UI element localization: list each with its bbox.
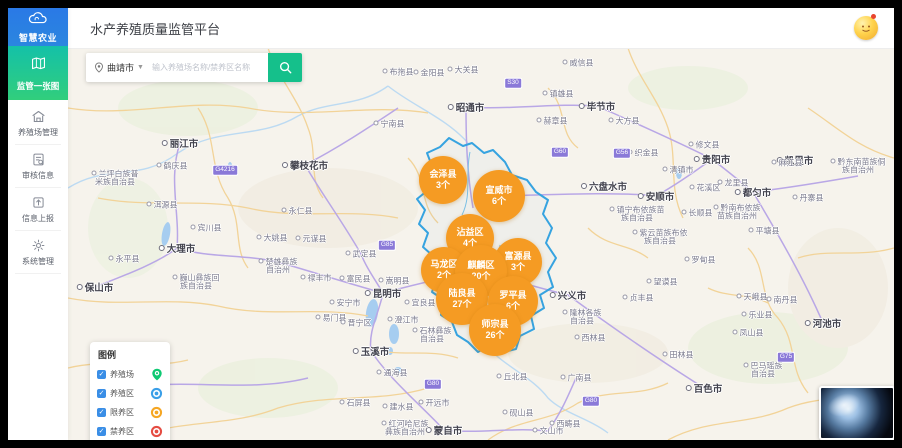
legend-row-breeding-zone: ✓ 养殖区 <box>97 384 163 403</box>
app-logo: 智慧农业 <box>8 8 68 46</box>
sidebar-item-label: 系统管理 <box>22 256 54 267</box>
legend-row-restricted-zone: ✓ 限养区 <box>97 403 163 422</box>
gear-icon <box>31 238 46 253</box>
county-marker[interactable]: 师宗县26个 <box>469 304 521 356</box>
legend-checkbox-restricted-zone[interactable]: ✓ <box>97 408 106 417</box>
search-input[interactable] <box>150 52 268 83</box>
search-icon <box>279 61 292 74</box>
marker-count: 3个 <box>436 180 450 191</box>
farm-icon <box>31 109 46 124</box>
marker-county-name: 罗平县 <box>499 290 526 301</box>
legend-title: 图例 <box>98 348 163 361</box>
sidebar-item-label: 信息上报 <box>22 213 54 224</box>
breeding-zone-icon <box>150 387 163 400</box>
avatar-face-icon <box>854 16 878 40</box>
sidebar-nav-list: 养殖场管理审核信息信息上报系统管理 <box>8 100 68 274</box>
county-marker[interactable]: 宣威市6个 <box>473 170 525 222</box>
marker-county-name: 陆良县 <box>448 288 475 299</box>
farm-icon <box>151 368 163 381</box>
sidebar: 智慧农业 监管一张图 养殖场管理审核信息信息上报系统管理 <box>8 8 68 440</box>
legend-checkbox-farm[interactable]: ✓ <box>97 370 106 379</box>
selected-city: 曲靖市 <box>107 61 134 74</box>
marker-count: 26个 <box>485 330 504 341</box>
marker-county-name: 富源县 <box>504 251 531 262</box>
legend-panel: 图例 ✓ 养殖场 ✓ 养殖区 ✓ 限养区 ✓ 禁养区 <box>90 342 170 440</box>
city-selector[interactable]: 曲靖市 ▼ <box>86 53 150 82</box>
county-marker[interactable]: 会泽县3个 <box>419 156 467 204</box>
report-icon <box>31 195 46 210</box>
cloud-logo-icon <box>27 11 49 30</box>
marker-county-name: 麒麟区 <box>467 260 494 271</box>
marker-count: 3个 <box>511 262 525 273</box>
location-pin-icon <box>94 62 104 73</box>
sidebar-item-label: 审核信息 <box>22 170 54 181</box>
audit-icon <box>31 152 46 167</box>
search-button[interactable] <box>268 53 302 82</box>
screenshot-frame: 智慧农业 监管一张图 养殖场管理审核信息信息上报系统管理 水产养殖质量监管平台 <box>0 0 902 448</box>
notification-dot <box>871 14 876 19</box>
sidebar-item-label: 养殖场管理 <box>18 127 58 138</box>
sidebar-item-farm-management[interactable]: 养殖场管理 <box>15 102 61 145</box>
marker-county-name: 马龙区 <box>430 259 457 270</box>
legend-rows: ✓ 养殖场 ✓ 养殖区 ✓ 限养区 ✓ 禁养区 <box>97 365 163 440</box>
legend-label: 养殖场 <box>110 369 147 380</box>
legend-checkbox-forbidden-zone[interactable]: ✓ <box>97 427 106 436</box>
map-icon <box>30 55 47 77</box>
marker-county-name: 宣威市 <box>485 185 512 196</box>
legend-row-farm: ✓ 养殖场 <box>97 365 163 384</box>
sidebar-active-label: 监管一张图 <box>17 80 60 92</box>
sidebar-item-audit-info[interactable]: 审核信息 <box>15 145 61 188</box>
app-logo-label: 智慧农业 <box>19 31 57 44</box>
marker-county-name: 沾益区 <box>456 227 483 238</box>
marker-county-name: 会泽县 <box>429 169 456 180</box>
map-search-bar: 曲靖市 ▼ <box>86 53 302 82</box>
legend-checkbox-breeding-zone[interactable]: ✓ <box>97 389 106 398</box>
page-title: 水产养殖质量监管平台 <box>90 19 220 38</box>
legend-row-forbidden-zone: ✓ 禁养区 <box>97 422 163 440</box>
sidebar-item-supervision-map[interactable]: 监管一张图 <box>8 46 68 100</box>
sidebar-item-system-management[interactable]: 系统管理 <box>15 231 61 274</box>
marker-county-name: 师宗县 <box>481 319 508 330</box>
restricted-zone-icon <box>150 406 163 419</box>
header: 水产养殖质量监管平台 <box>68 8 894 49</box>
map-canvas[interactable]: 昭通市毕节市贵阳市安顺市六盘水市都匀市凯里市兴义市河池市百色市昆明市玉溪市丽江市… <box>68 48 894 440</box>
forbidden-zone-icon <box>150 425 163 438</box>
legend-label: 限养区 <box>110 407 146 418</box>
satellite-layer-toggle[interactable] <box>819 386 894 440</box>
user-avatar[interactable] <box>854 16 878 40</box>
legend-label: 养殖区 <box>110 388 146 399</box>
marker-count: 6个 <box>492 196 506 207</box>
chevron-down-icon: ▼ <box>137 64 144 71</box>
legend-label: 禁养区 <box>110 426 146 437</box>
marker-count: 27个 <box>452 299 471 310</box>
sidebar-item-info-report[interactable]: 信息上报 <box>15 188 61 231</box>
app-window: 智慧农业 监管一张图 养殖场管理审核信息信息上报系统管理 水产养殖质量监管平台 <box>8 8 894 440</box>
